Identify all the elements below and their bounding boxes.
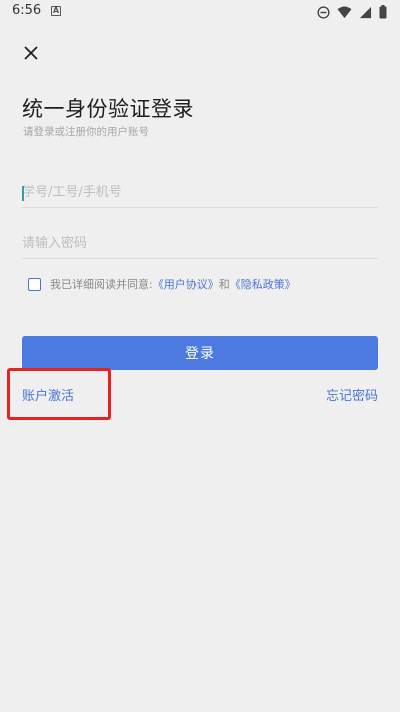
privacy-policy-link[interactable]: 《隐私政策》 [230, 276, 296, 292]
account-field[interactable] [22, 178, 378, 208]
status-bar: 6:56 A [0, 0, 400, 24]
close-icon [24, 46, 38, 60]
agreement-and: 和 [218, 278, 230, 291]
wifi-icon [337, 5, 352, 18]
a-box-icon: A [51, 6, 61, 16]
agreement-checkbox[interactable] [28, 277, 41, 291]
status-time: 6:56 [12, 3, 42, 18]
close-button[interactable] [18, 40, 44, 66]
do-not-disturb-icon [317, 5, 330, 19]
page-subtitle: 请登录或注册你的用户账号 [23, 126, 149, 138]
status-icons [317, 4, 387, 20]
user-agreement-link[interactable]: 《用户协议》 [153, 276, 219, 292]
text-caret [22, 186, 24, 201]
agreement-row: 我已详细阅读并同意: 《用户协议》 和 《隐私政策》 [28, 276, 296, 292]
activate-account-link[interactable]: 账户激活 [22, 385, 74, 404]
account-input[interactable] [22, 178, 378, 207]
battery-icon [379, 5, 387, 19]
page-title: 统一身份验证登录 [22, 97, 194, 121]
password-input[interactable] [22, 229, 378, 258]
signal-icon [359, 6, 372, 18]
agreement-prefix: 我已详细阅读并同意: [50, 278, 153, 291]
password-field[interactable] [22, 229, 378, 259]
forgot-password-link[interactable]: 忘记密码 [326, 385, 378, 404]
login-button[interactable]: 登录 [22, 336, 378, 370]
